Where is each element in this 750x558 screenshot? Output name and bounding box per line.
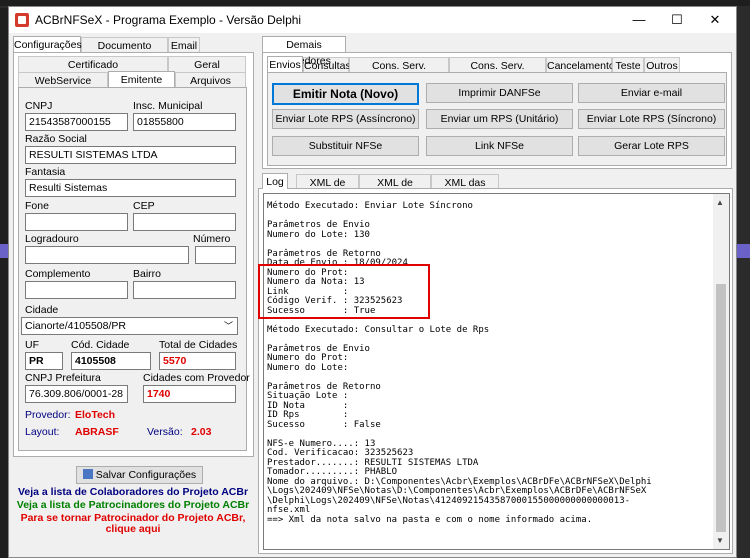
desktop-accent-right	[736, 244, 750, 258]
chevron-down-icon: ﹀	[223, 321, 233, 331]
tab-teste[interactable]: Teste	[612, 57, 644, 73]
cep-field[interactable]	[133, 213, 236, 231]
insc-municipal-field[interactable]: 01855800	[133, 113, 236, 131]
tab-email[interactable]: Email	[168, 37, 200, 53]
tab-log[interactable]: Log	[262, 173, 288, 189]
gerar-lote-rps-button[interactable]: Gerar Lote RPS	[578, 136, 725, 156]
layout-value: ABRASF	[75, 426, 119, 438]
configuracoes-panel: Certificado Geral WebService Emitente Ar…	[13, 52, 254, 457]
scrollbar-thumb[interactable]	[716, 284, 726, 532]
cnpj-prefeitura-label: CNPJ Prefeitura	[25, 372, 101, 384]
tab-configuracoes[interactable]: Configurações	[13, 36, 82, 52]
insc-municipal-label: Insc. Municipal	[133, 100, 203, 112]
numero-field[interactable]	[195, 246, 236, 264]
complemento-label: Complemento	[25, 268, 91, 280]
tab-documento-auxiliar[interactable]: Documento Auxiliar	[81, 37, 168, 68]
uf-field[interactable]: PR	[25, 352, 63, 370]
cidade-value: Cianorte/4105508/PR	[25, 320, 126, 332]
save-icon	[82, 469, 93, 479]
tab-envios[interactable]: Envios	[267, 56, 303, 72]
logradouro-label: Logradouro	[25, 233, 79, 245]
provedor-value: EloTech	[75, 409, 116, 421]
complemento-field[interactable]	[25, 281, 128, 299]
layout-label: Layout:	[25, 426, 60, 438]
cnpj-label: CNPJ	[25, 100, 53, 112]
cod-cidade-field[interactable]: 4105508	[71, 352, 151, 370]
bairro-field[interactable]	[133, 281, 236, 299]
fone-label: Fone	[25, 200, 49, 212]
link-clique-aqui[interactable]: clique aqui	[9, 523, 257, 535]
salvar-configuracoes-button[interactable]: Salvar Configurações	[76, 466, 203, 484]
cidades-provedor-field: 1740	[143, 385, 236, 403]
tab-outros[interactable]: Outros	[644, 57, 680, 73]
title-bar: ACBrNFSeX - Programa Exemplo - Versão De…	[9, 7, 736, 33]
demais-provedores-panel: Envios Consultas Cons. Serv. Prestados C…	[262, 52, 732, 169]
tab-webservice[interactable]: WebService	[18, 72, 108, 88]
uf-label: UF	[25, 339, 39, 351]
window-title: ACBrNFSeX - Programa Exemplo - Versão De…	[35, 13, 302, 27]
provedor-label: Provedor:	[25, 409, 71, 421]
emitir-nota-button[interactable]: Emitir Nota (Novo)	[272, 83, 419, 105]
minimize-button[interactable]: —	[621, 9, 657, 31]
logradouro-field[interactable]	[25, 246, 189, 264]
enviar-email-button[interactable]: Enviar e-mail	[578, 83, 725, 103]
cnpj-prefeitura-field[interactable]: 76.309.806/0001-28	[25, 385, 128, 403]
tab-geral[interactable]: Geral	[168, 56, 246, 72]
enviar-lote-sincrono-button[interactable]: Enviar Lote RPS (Síncrono)	[578, 109, 725, 129]
tab-cons-serv-tomados[interactable]: Cons. Serv. Tomados	[449, 57, 546, 88]
cidade-label: Cidade	[25, 304, 59, 316]
razao-social-label: Razão Social	[25, 133, 87, 145]
imprimir-danfse-button[interactable]: Imprimir DANFSe	[426, 83, 573, 103]
tab-certificado[interactable]: Certificado	[18, 56, 168, 72]
tab-emitente[interactable]: Emitente	[108, 71, 175, 87]
total-cidades-field: 5570	[159, 352, 236, 370]
maximize-button[interactable]: ☐	[659, 9, 695, 31]
envios-panel: Emitir Nota (Novo) Imprimir DANFSe Envia…	[267, 72, 727, 166]
cod-cidade-label: Cód. Cidade	[71, 339, 130, 351]
cidades-provedor-label: Cidades com Provedor	[143, 372, 250, 384]
bairro-label: Bairro	[133, 268, 162, 280]
close-button[interactable]: ✕	[697, 9, 733, 31]
tab-demais-provedores[interactable]: Demais Provedores	[262, 36, 346, 67]
emitente-panel: CNPJ Insc. Municipal 21543587000155 0185…	[18, 87, 250, 451]
tab-arquivos[interactable]: Arquivos	[175, 72, 246, 88]
substituir-nfse-button[interactable]: Substituir NFSe	[272, 136, 419, 156]
tab-cons-serv-prestados[interactable]: Cons. Serv. Prestados	[349, 57, 449, 88]
numero-label: Número	[193, 233, 231, 245]
fantasia-field[interactable]: Resulti Sistemas	[25, 179, 236, 197]
chevron-up-icon[interactable]: ▲	[716, 198, 724, 207]
tab-cancelamento[interactable]: Cancelamento	[546, 57, 615, 73]
razao-social-field[interactable]: RESULTI SISTEMAS LTDA	[25, 146, 236, 164]
annotation-highlight-box	[258, 264, 430, 319]
log-memo[interactable]: Método Executado: Enviar Lote Síncrono P…	[263, 193, 730, 550]
cidade-select[interactable]: Cianorte/4105508/PR ﹀	[21, 317, 238, 335]
fantasia-label: Fantasia	[25, 166, 66, 178]
log-text: Método Executado: Enviar Lote Síncrono P…	[267, 201, 652, 525]
versao-label: Versão:	[147, 426, 183, 438]
log-scrollbar[interactable]: ▲ ▼	[713, 194, 729, 549]
link-colaboradores[interactable]: Veja a lista de Colaboradores do Projeto…	[9, 486, 257, 498]
versao-value: 2.03	[191, 426, 212, 438]
cnpj-field[interactable]: 21543587000155	[25, 113, 128, 131]
enviar-rps-unitario-button[interactable]: Enviar um RPS (Unitário)	[426, 109, 573, 129]
chevron-down-icon[interactable]: ▼	[716, 536, 724, 545]
enviar-lote-assincrono-button[interactable]: Enviar Lote RPS (Assíncrono)	[272, 109, 419, 129]
link-patrocinadores[interactable]: Veja a lista de Patrocinadores do Projet…	[9, 499, 257, 511]
cep-label: CEP	[133, 200, 155, 212]
app-icon	[15, 13, 29, 27]
total-cidades-label: Total de Cidades	[159, 339, 238, 351]
fone-field[interactable]	[25, 213, 128, 231]
salvar-configuracoes-label: Salvar Configurações	[95, 469, 197, 481]
link-nfse-button[interactable]: Link NFSe	[426, 136, 573, 156]
